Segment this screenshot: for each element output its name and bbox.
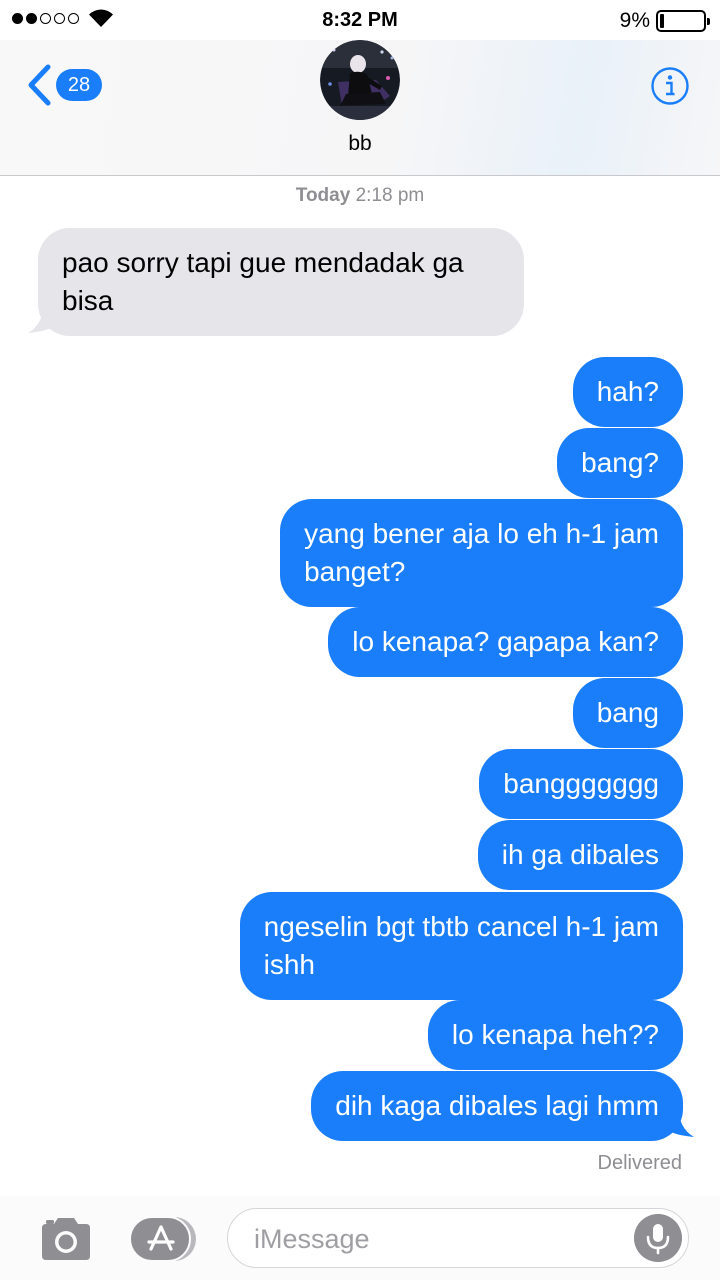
- message-line: banggggggg: [503, 768, 659, 799]
- contact-name[interactable]: bb: [0, 132, 720, 156]
- sent-message-bubble[interactable]: hah?: [572, 357, 683, 427]
- message-line: bang?: [581, 447, 659, 478]
- status-bar: 8:32 PM 9%: [0, 0, 720, 40]
- timestamp-time: 2:18 pm: [355, 185, 425, 206]
- message-line: yang bener aja lo eh h-1 jam: [304, 518, 659, 549]
- received-message-bubble[interactable]: pao sorry tapi gue mendadak ga bisa: [38, 228, 524, 336]
- message-line: lo kenapa heh??: [451, 1019, 659, 1050]
- camera-icon[interactable]: [38, 1216, 94, 1262]
- battery-icon: [656, 10, 710, 32]
- message-text-input[interactable]: [254, 1221, 614, 1257]
- sent-message-bubble[interactable]: yang bener aja lo eh h-1 jam banget?: [280, 499, 683, 607]
- message-line: ih ga dibales: [501, 839, 659, 870]
- sent-message-bubble[interactable]: ih ga dibales: [477, 820, 683, 890]
- message-line: bang: [596, 697, 659, 728]
- message-line: banget?: [304, 556, 406, 587]
- message-timestamp: Today 2:18 pm: [0, 185, 720, 207]
- messages-screen: 8:32 PM 9% 28 bb Today 2:18 pm pao sorry…: [0, 0, 720, 1280]
- info-icon[interactable]: [650, 66, 690, 106]
- microphone-icon[interactable]: [634, 1214, 682, 1262]
- message-line: ishh: [263, 949, 316, 980]
- message-line: ngeselin bgt tbtb cancel h-1 jam: [263, 911, 659, 942]
- imessage-field[interactable]: [227, 1208, 689, 1268]
- message-line: hah?: [596, 376, 659, 407]
- unread-count-badge: 28: [56, 69, 102, 101]
- message-input-bar: [0, 1196, 720, 1280]
- timestamp-day: Today: [295, 185, 351, 206]
- back-button[interactable]: 28: [26, 62, 116, 108]
- conversation-header: 28 bb: [0, 40, 720, 176]
- sent-message-bubble[interactable]: ngeselin bgt tbtb cancel h-1 jam ishh: [239, 892, 683, 1000]
- message-line: bisa: [62, 285, 114, 316]
- sent-message-bubble[interactable]: banggggggg: [479, 749, 683, 819]
- app-store-icon[interactable]: [130, 1217, 196, 1261]
- message-line: pao sorry tapi gue mendadak ga: [62, 247, 464, 278]
- sent-message-bubble[interactable]: bang: [572, 678, 683, 748]
- battery-percent: 9%: [619, 9, 650, 32]
- chevron-left-icon: [28, 64, 51, 106]
- status-time: 8:32 PM: [322, 9, 398, 31]
- sent-message-bubble[interactable]: lo kenapa? gapapa kan?: [328, 607, 683, 677]
- sent-message-bubble[interactable]: bang?: [557, 428, 683, 498]
- delivery-status: Delivered: [597, 1152, 682, 1174]
- battery-level: [660, 14, 665, 28]
- avatar[interactable]: [320, 40, 400, 120]
- sent-message-bubble[interactable]: lo kenapa heh??: [427, 1000, 683, 1070]
- sent-message-bubble[interactable]: dih kaga dibales lagi hmm: [311, 1071, 683, 1141]
- message-line: dih kaga dibales lagi hmm: [335, 1090, 659, 1121]
- message-line: lo kenapa? gapapa kan?: [352, 626, 659, 657]
